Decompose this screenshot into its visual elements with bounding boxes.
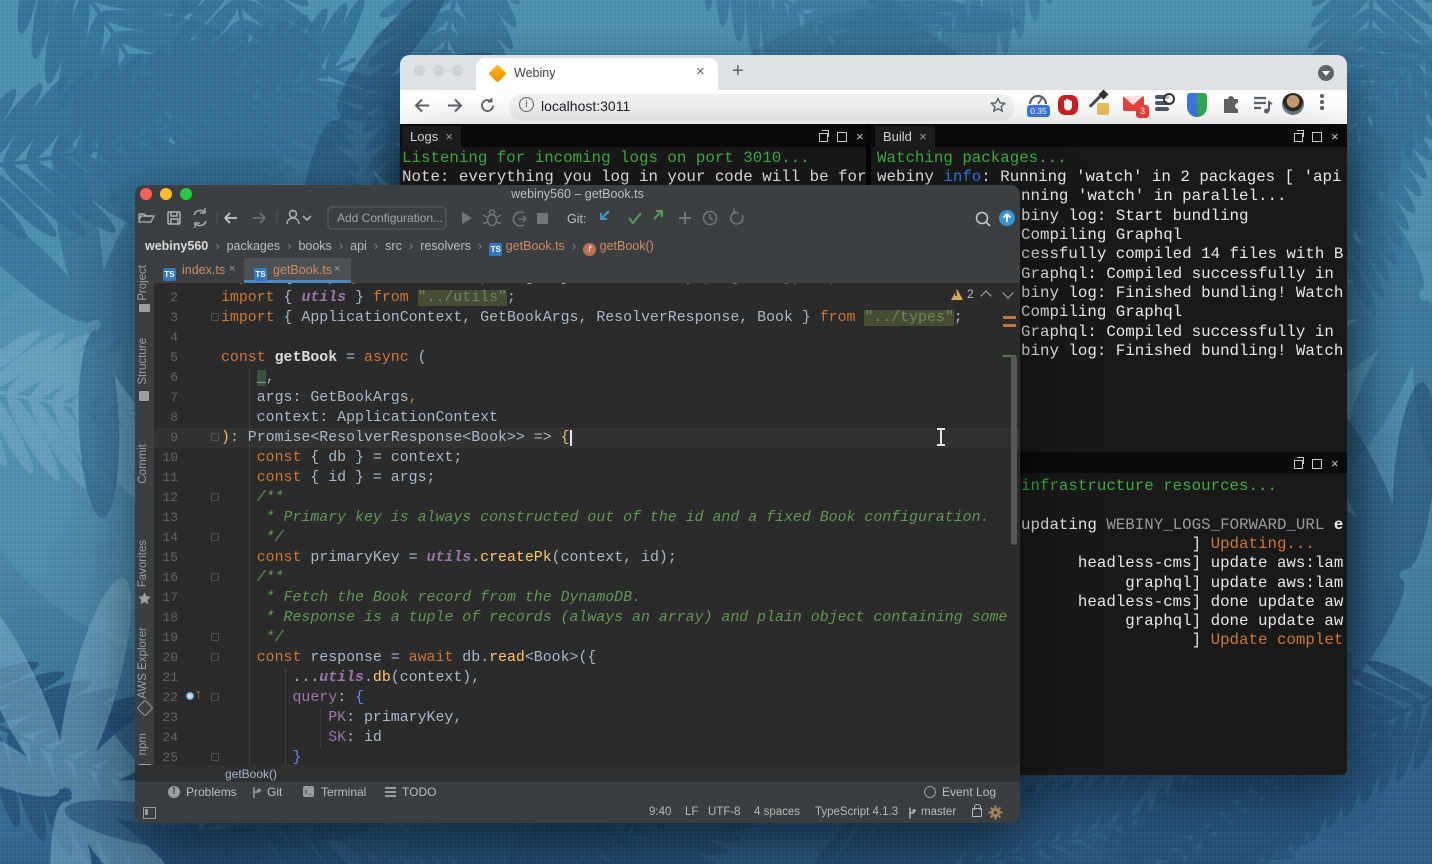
svg-text:Add Configuration...: Add Configuration... bbox=[337, 211, 443, 225]
svg-text:Git:: Git: bbox=[567, 212, 586, 226]
